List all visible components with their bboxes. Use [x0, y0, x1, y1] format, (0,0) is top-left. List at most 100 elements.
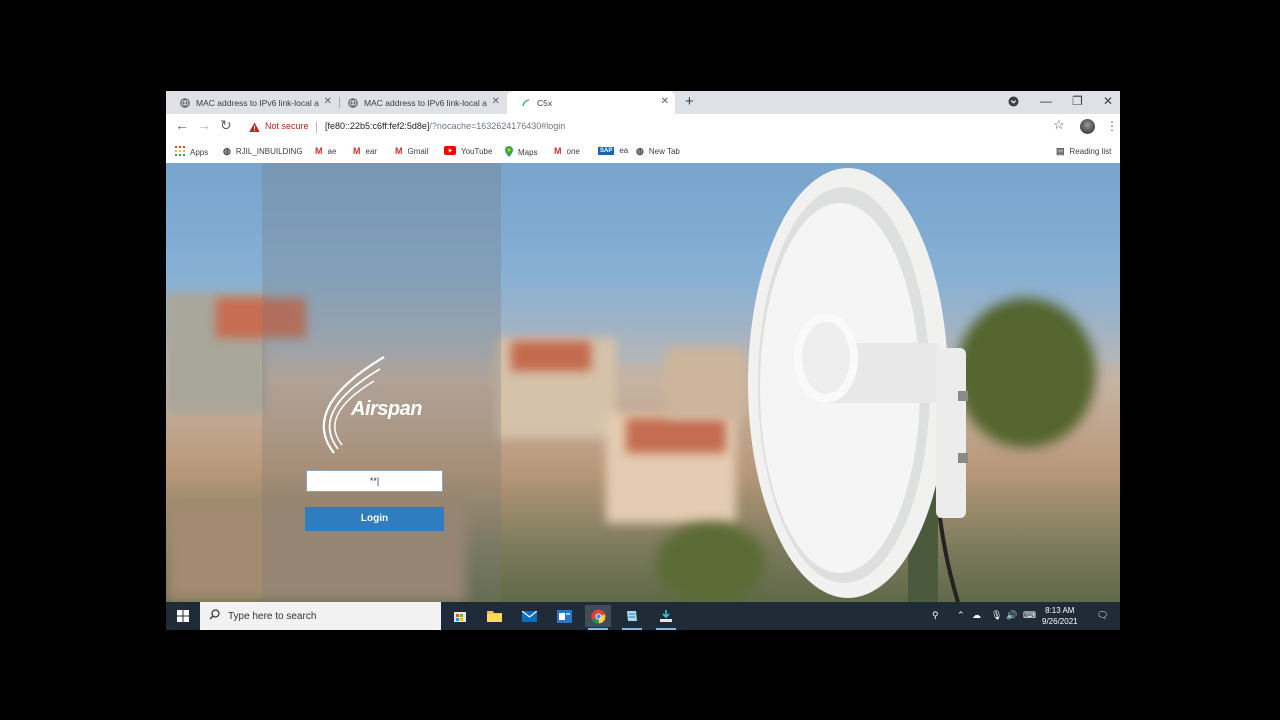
system-clock[interactable]: 8:13 AM 9/26/2021 — [1042, 605, 1078, 627]
reading-list[interactable]: ▤ Reading list — [1056, 146, 1111, 157]
globe-icon — [348, 97, 358, 108]
volume-icon[interactable]: 🔊 — [1006, 610, 1017, 621]
warning-triangle-icon — [249, 120, 260, 138]
bookmark-ear[interactable]: Mear — [353, 146, 377, 156]
url-host: [fe80::22b5:c6ff:fef2:5d8e] — [325, 121, 430, 131]
keyboard-icon[interactable]: ⌨ — [1023, 610, 1036, 621]
active-app-indicator — [656, 628, 676, 630]
new-tab-plus-icon[interactable]: + — [685, 93, 694, 110]
browser-toolbar: ← → ↻ Not secure [fe80::22b5:c6ff:fef2:5… — [166, 114, 1120, 140]
globe-icon: ◍ — [223, 146, 231, 156]
people-icon[interactable]: ⚲ — [932, 610, 939, 621]
reading-list-icon: ▤ — [1056, 146, 1065, 156]
reload-icon[interactable]: ↻ — [220, 117, 232, 134]
tab-search-icon[interactable] — [1008, 96, 1019, 110]
youtube-icon — [444, 146, 456, 157]
outlook-icon[interactable] — [551, 605, 577, 627]
taskbar-search-box[interactable]: Type here to search — [200, 602, 441, 630]
browser-window: MAC address to IPv6 link-local a ✕ MAC a… — [166, 91, 1120, 630]
globe-icon — [180, 97, 190, 108]
background-building — [626, 418, 726, 453]
gmail-icon: M — [315, 146, 323, 156]
not-secure-label[interactable]: Not secure — [265, 121, 309, 131]
tab-close-icon[interactable]: ✕ — [492, 96, 500, 107]
tab-c5x[interactable]: C5x ✕ — [507, 91, 675, 114]
login-page: Airspan **| Login — [166, 163, 1120, 602]
profile-avatar[interactable] — [1080, 119, 1095, 134]
bookmark-ea[interactable]: SAP ea — [598, 146, 628, 155]
bookmark-label: Gmail — [407, 146, 429, 156]
minimize-icon[interactable]: — — [1040, 94, 1052, 108]
password-field[interactable]: **| — [306, 470, 443, 492]
tab-close-icon[interactable]: ✕ — [661, 96, 669, 107]
menu-kebab-icon[interactable]: ⋮ — [1106, 119, 1118, 133]
bookmark-label: RJIL_INBUILDING — [235, 147, 303, 156]
bookmark-maps[interactable]: Maps — [505, 146, 538, 159]
bookmark-label: ae — [327, 146, 337, 156]
file-explorer-icon[interactable] — [481, 605, 507, 627]
bookmark-youtube[interactable]: YouTube — [444, 146, 492, 157]
bookmark-new-tab[interactable]: ◍ New Tab — [636, 146, 680, 157]
bookmark-label: one — [566, 146, 580, 156]
windows-taskbar: Type here to search ⚲ ⌃ ☁ 🎙 🔊 ⌨ 8:13 AM … — [166, 602, 1120, 630]
chrome-icon[interactable] — [585, 605, 611, 630]
forward-arrow-icon[interactable]: → — [197, 117, 211, 133]
url-text[interactable]: [fe80::22b5:c6ff:fef2:5d8e]/?nocache=163… — [325, 121, 565, 131]
download-app-icon[interactable] — [653, 605, 679, 630]
mail-icon[interactable] — [516, 605, 542, 627]
gmail-icon: M — [395, 146, 403, 156]
bookmark-label: New Tab — [648, 147, 680, 156]
microphone-icon[interactable]: 🎙 — [991, 610, 1002, 621]
bookmark-star-icon[interactable]: ☆ — [1053, 117, 1065, 133]
airspan-logo: Airspan — [304, 353, 444, 463]
address-bar[interactable]: Not secure [fe80::22b5:c6ff:fef2:5d8e]/?… — [244, 117, 1084, 137]
bookmark-label: Apps — [190, 147, 209, 157]
antenna-dish-image — [748, 168, 968, 602]
tab-title: MAC address to IPv6 link-local a — [196, 97, 319, 108]
tab-strip: MAC address to IPv6 link-local a ✕ MAC a… — [166, 91, 1120, 114]
search-placeholder: Type here to search — [228, 610, 317, 622]
back-arrow-icon[interactable]: ← — [175, 117, 189, 133]
globe-icon: ◍ — [636, 146, 644, 156]
gmail-icon: M — [554, 146, 562, 156]
tab-close-icon[interactable]: ✕ — [324, 96, 332, 107]
tab-mac-address-1[interactable]: MAC address to IPv6 link-local a ✕ — [166, 91, 338, 114]
store-icon[interactable] — [447, 605, 473, 627]
gmail-icon: M — [353, 146, 361, 156]
bookmark-label: ear — [365, 146, 378, 156]
close-window-icon[interactable]: ✕ — [1103, 94, 1113, 108]
notes-app-icon[interactable] — [619, 605, 645, 630]
sap-icon: SAP — [598, 146, 615, 155]
cloud-sync-icon[interactable]: ☁ — [972, 610, 981, 621]
brand-name: Airspan — [351, 398, 422, 420]
bookmark-label: YouTube — [461, 147, 493, 156]
bookmark-gmail[interactable]: M Gmail — [395, 146, 428, 156]
bookmarks-bar: Apps ◍ RJIL_INBUILDING Mae Mear M Gmail Yo… — [166, 140, 1120, 164]
clock-date: 9/26/2021 — [1042, 617, 1078, 626]
tab-title: C5x — [537, 97, 553, 108]
tab-mac-address-2[interactable]: MAC address to IPv6 link-local a ✕ — [334, 91, 506, 114]
bookmark-apps[interactable]: Apps — [175, 146, 208, 158]
maps-pin-icon — [505, 146, 513, 159]
active-app-indicator — [588, 628, 608, 630]
reading-list-label: Reading list — [1069, 147, 1112, 156]
windows-start-icon[interactable] — [166, 602, 199, 630]
url-path: /?nocache=1632624176430#login — [429, 121, 566, 131]
apps-grid-icon — [175, 146, 185, 158]
clock-time: 8:13 AM — [1045, 606, 1075, 615]
background-building — [511, 341, 591, 371]
bookmark-ae[interactable]: Mae — [315, 146, 336, 156]
background-building — [666, 348, 746, 418]
airspan-favicon-icon — [521, 98, 531, 108]
restore-icon[interactable]: ❐ — [1072, 94, 1083, 108]
search-icon — [209, 607, 220, 625]
tab-title: MAC address to IPv6 link-local a — [364, 97, 487, 108]
notifications-icon[interactable]: 🗨 — [1097, 610, 1108, 621]
login-button[interactable]: Login — [305, 507, 444, 531]
bookmark-rjil[interactable]: ◍ RJIL_INBUILDING — [223, 146, 303, 157]
chevron-up-icon[interactable]: ⌃ — [957, 610, 965, 621]
omnibox-divider — [316, 121, 317, 133]
bookmark-one[interactable]: Mone — [554, 146, 580, 156]
background-tree — [956, 298, 1096, 448]
active-app-indicator — [622, 628, 642, 630]
